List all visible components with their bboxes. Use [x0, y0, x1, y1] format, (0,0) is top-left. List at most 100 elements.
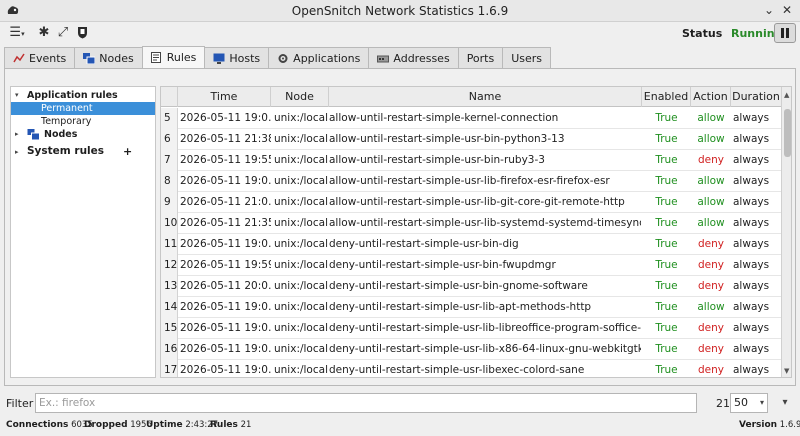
- row-number: 16: [161, 339, 178, 360]
- cell-duration: always: [733, 301, 770, 313]
- uptime-label: Uptime: [146, 420, 183, 430]
- cell-node: unix:/local: [274, 196, 328, 208]
- tree-application-rules[interactable]: ▾ Application rules: [15, 89, 118, 102]
- chevron-down-icon: ▾: [759, 398, 764, 407]
- cell-time: 2026-05-11 21:0…: [180, 196, 271, 208]
- cell-enabled: True: [655, 133, 678, 145]
- table-row[interactable]: 5 2026-05-11 19:0… unix:/local allow-until-…: [161, 108, 781, 129]
- tree-temporary[interactable]: Temporary: [41, 115, 91, 128]
- status-bar: Connections 6035 Dropped 1956 Uptime 2:4…: [0, 417, 800, 436]
- applications-icon: [278, 53, 288, 63]
- row-number: 9: [161, 192, 178, 213]
- cell-action: allow: [697, 196, 725, 208]
- connections-label: Connections: [6, 420, 69, 430]
- row-number: 11: [161, 234, 178, 255]
- table-row[interactable]: 11 2026-05-11 19:0… unix:/local deny-until-…: [161, 234, 781, 255]
- row-number: 15: [161, 318, 178, 339]
- add-system-rule-button[interactable]: +: [123, 145, 132, 158]
- cell-enabled: True: [655, 112, 678, 124]
- limit-value: 50: [734, 396, 748, 409]
- cell-time: 2026-05-11 19:0…: [180, 364, 271, 376]
- cell-action: allow: [697, 133, 725, 145]
- cell-action: allow: [697, 301, 725, 313]
- version-value: 1.6.9: [779, 420, 800, 430]
- tab-users[interactable]: Users: [502, 47, 552, 68]
- table-row[interactable]: 13 2026-05-11 20:0… unix:/local deny-until-…: [161, 276, 781, 297]
- close-icon[interactable]: ✕: [780, 3, 794, 17]
- tree-nodes[interactable]: ▸ Nodes: [15, 128, 77, 141]
- cell-node: unix:/local: [274, 154, 328, 166]
- cell-enabled: True: [655, 280, 678, 292]
- tab-ports[interactable]: Ports: [457, 47, 504, 68]
- cell-action: deny: [698, 238, 724, 250]
- tree-system-rules[interactable]: ▸ System rules: [15, 145, 104, 158]
- cell-time: 2026-05-11 19:0…: [180, 112, 271, 124]
- cell-action: allow: [697, 217, 725, 229]
- tab-addresses[interactable]: Addresses: [368, 47, 459, 68]
- table-row[interactable]: 72026-05-11 19:55…unix:/localallow-until…: [161, 150, 781, 171]
- filter-input[interactable]: [35, 393, 697, 413]
- cell-enabled: True: [655, 259, 678, 271]
- tab-rules[interactable]: Rules: [141, 46, 206, 68]
- row-number: 14: [161, 297, 178, 318]
- tab-events[interactable]: Events: [4, 47, 76, 68]
- cell-action: allow: [697, 175, 725, 187]
- cell-duration: always: [733, 364, 770, 376]
- rules-tree: ▾ Application rules Permanent Temporary …: [10, 86, 156, 378]
- more-options-icon[interactable]: ▾: [774, 393, 796, 413]
- vertical-scrollbar[interactable]: ▲ ▼: [781, 87, 791, 377]
- table-row[interactable]: 9 2026-05-11 21:0… unix:/local allow-until-…: [161, 192, 781, 213]
- pause-button[interactable]: [774, 23, 796, 43]
- column-name[interactable]: Name: [329, 87, 642, 107]
- cell-node: unix:/local: [274, 343, 328, 355]
- row-number: 12: [161, 255, 178, 276]
- firewall-shield-icon[interactable]: [74, 24, 90, 42]
- minimize-icon[interactable]: ⌄: [762, 3, 776, 17]
- column-enabled[interactable]: Enabled: [642, 87, 691, 107]
- expanded-arrow-icon[interactable]: ▾: [15, 89, 19, 102]
- menu-icon[interactable]: ☰▾: [6, 24, 28, 42]
- tree-label: Temporary: [41, 116, 92, 127]
- cell-node: unix:/local: [274, 133, 328, 145]
- column-duration[interactable]: Duration: [731, 87, 781, 107]
- preferences-icon[interactable]: ✱: [36, 24, 52, 42]
- scroll-up-icon[interactable]: ▲: [784, 91, 789, 99]
- cell-duration: always: [733, 280, 770, 292]
- cell-action: deny: [698, 364, 724, 376]
- rules-editor-icon[interactable]: ⤢: [55, 24, 71, 42]
- table-row[interactable]: 8 2026-05-11 19:0… unix:/local allow-until-…: [161, 171, 781, 192]
- table-row[interactable]: 102026-05-11 21:35…unix:/localallow-unti…: [161, 213, 781, 234]
- table-row[interactable]: 122026-05-11 19:59…unix:/localdeny-until…: [161, 255, 781, 276]
- collapsed-arrow-icon[interactable]: ▸: [15, 146, 19, 159]
- row-number: 17: [161, 360, 178, 377]
- table-row[interactable]: 62026-05-11 21:38…unix:/localallow-until…: [161, 129, 781, 150]
- cell-duration: always: [733, 175, 770, 187]
- tab-hosts[interactable]: Hosts: [204, 47, 270, 68]
- collapsed-arrow-icon[interactable]: ▸: [15, 128, 19, 141]
- table-row[interactable]: 14 2026-05-11 19:0… unix:/local deny-until-…: [161, 297, 781, 318]
- tab-nodes[interactable]: Nodes: [74, 47, 143, 68]
- tree-permanent[interactable]: Permanent: [11, 102, 155, 115]
- scroll-down-icon[interactable]: ▼: [784, 367, 789, 375]
- row-number: 10: [161, 213, 178, 234]
- cell-duration: always: [733, 154, 770, 166]
- cell-name: allow-until-restart-simple-usr-bin-ruby3…: [329, 154, 545, 166]
- column-time[interactable]: Time: [178, 87, 271, 107]
- addresses-icon: [377, 55, 390, 62]
- cell-time: 2026-05-11 21:35…: [180, 217, 271, 229]
- table-row[interactable]: 16 2026-05-11 19:0… unix:/local deny-until-…: [161, 339, 781, 360]
- scrollbar-thumb[interactable]: [784, 109, 791, 157]
- tab-applications[interactable]: Applications: [268, 47, 370, 68]
- column-action[interactable]: Action: [691, 87, 731, 107]
- limit-select[interactable]: 50 ▾: [730, 393, 768, 413]
- cell-duration: always: [733, 259, 770, 271]
- table-row[interactable]: 15 2026-05-11 19:0… unix:/local deny-until-…: [161, 318, 781, 339]
- cell-duration: always: [733, 133, 770, 145]
- cell-time: 2026-05-11 19:0…: [180, 175, 271, 187]
- tab-label: Ports: [466, 51, 495, 65]
- filter-label: Filter: [6, 397, 34, 410]
- row-number: 7: [161, 150, 178, 171]
- row-number: 6: [161, 129, 178, 150]
- column-node[interactable]: Node: [271, 87, 329, 107]
- table-row[interactable]: 17 2026-05-11 19:0… unix:/local deny-until-…: [161, 360, 781, 377]
